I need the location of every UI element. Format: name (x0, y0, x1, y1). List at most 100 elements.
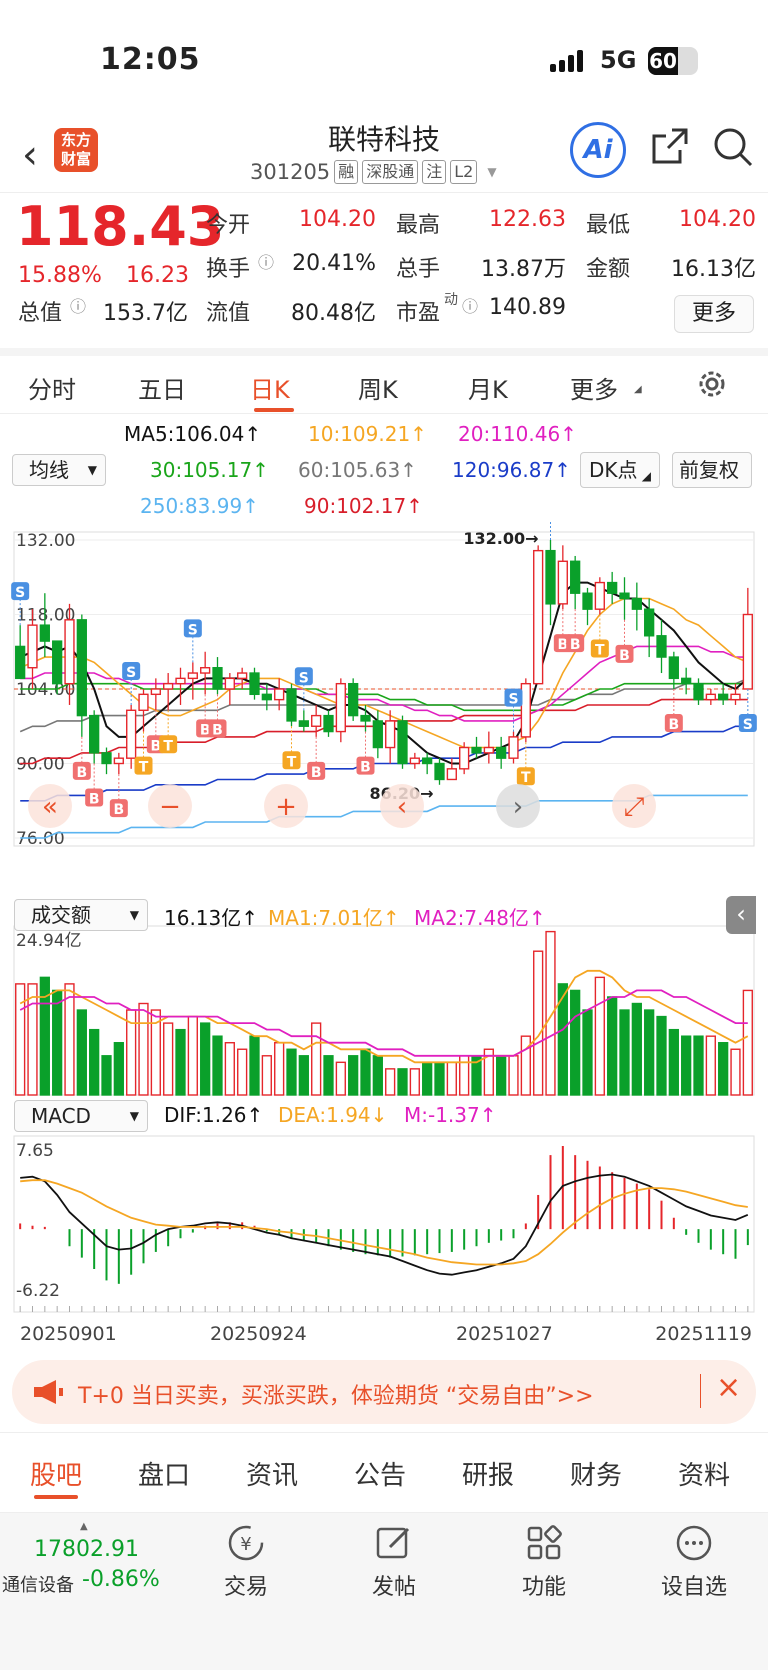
low-label: 最低 (586, 213, 631, 238)
signal-icon (550, 50, 583, 72)
candle-body (298, 720, 309, 727)
share-icon[interactable] (650, 126, 690, 166)
fullscreen-icon-glyph: ⤢ (624, 792, 645, 822)
turnover-label: 换手 (206, 257, 251, 282)
megaphone-icon (34, 1380, 63, 1404)
candle-body (483, 746, 494, 754)
candle-body (446, 768, 457, 781)
tab-intraday[interactable]: 分时 (28, 370, 76, 405)
volume-bar (693, 1035, 704, 1096)
macd-indicator-select[interactable]: MACD ▼ (14, 1100, 148, 1132)
tab-news[interactable]: 资讯 (246, 1455, 298, 1492)
candle-body (138, 693, 149, 711)
index-percent[interactable]: -0.86% (82, 1567, 160, 1592)
candle-body (27, 624, 38, 669)
turnover-value: 20.41% (292, 251, 376, 276)
volume-bar (385, 1068, 396, 1096)
series-ma30-line (20, 682, 748, 712)
volume-bar (64, 983, 75, 1096)
tab-pankou[interactable]: 盘口 (138, 1455, 190, 1492)
candle-body (335, 682, 346, 733)
candle-body (533, 549, 544, 685)
macd-tick-label: 7.65 (16, 1141, 54, 1161)
promo-banner[interactable]: T+0 当日买卖，买涨买跌，体验期货 “交易自由”>> × (12, 1360, 756, 1424)
volume-panel-frame (13, 925, 755, 1096)
tab-more[interactable]: 更多 (570, 370, 618, 405)
grid-icon (527, 1525, 562, 1560)
indicator-select[interactable]: 均线 ▼ (12, 454, 106, 486)
last-price: 118.43 (16, 195, 225, 258)
volume-bar (533, 950, 544, 1096)
search-icon[interactable] (712, 126, 754, 168)
tab-weekly-k[interactable]: 周K (358, 370, 398, 405)
volume-bar (607, 996, 618, 1096)
adjust-button[interactable]: 前复权 (672, 452, 752, 488)
stock-code-row[interactable]: 301205 融 深股通 注 L2 ▼ (250, 160, 497, 184)
signal-marker-label: S (15, 585, 25, 601)
volume-value: 13.87万 (481, 257, 566, 282)
tab-five-day[interactable]: 五日 (138, 370, 186, 405)
gear-icon[interactable] (696, 368, 728, 400)
watchlist-label: 设自选 (660, 1575, 727, 1600)
open-value: 104.20 (299, 207, 376, 232)
index-name[interactable]: 通信设备 (2, 1571, 74, 1597)
volume-bar (619, 1009, 630, 1096)
candle-body (261, 693, 272, 701)
post-button[interactable]: 发帖 (334, 1523, 454, 1601)
candle-body (459, 746, 470, 770)
volume-bar (237, 1048, 248, 1096)
volume-bar (594, 976, 605, 1096)
index-value[interactable]: 17802.91 (34, 1537, 139, 1562)
post-label: 发帖 (371, 1575, 416, 1600)
signal-marker-label: B (570, 637, 581, 653)
kline-chart[interactable]: 132.00118.00104.0090.0076.00SBBBSTB TSB BT… (0, 520, 768, 1350)
active-tab-indicator (254, 408, 294, 412)
tab-announcements[interactable]: 公告 (354, 1455, 406, 1492)
info-icon[interactable]: ⓘ (258, 249, 274, 273)
volume-bar (397, 1068, 408, 1096)
banner-divider (700, 1374, 701, 1408)
active-tab-indicator (34, 1495, 78, 1499)
quote-panel: 118.43 15.88% 16.23 今开 104.20 最高 122.63 … (0, 192, 768, 347)
volume-label: 总手 (396, 257, 441, 282)
legend-ma120: 120:96.87↑ (452, 458, 571, 482)
volume-bar (372, 1055, 383, 1096)
collapse-icon[interactable]: ‹ (726, 896, 756, 934)
candle-body (582, 592, 593, 610)
candle-body (39, 624, 50, 642)
legend-ma30: 30:105.17↑ (150, 458, 269, 482)
volume-bar (496, 1055, 507, 1096)
volume-bar (422, 1061, 433, 1096)
watchlist-button[interactable]: 设自选 (634, 1523, 754, 1601)
dk-point-button[interactable]: DK点 ◢ (580, 452, 660, 488)
candle-body (693, 682, 704, 701)
candle-body (224, 677, 235, 690)
candle-body (570, 560, 581, 594)
volume-ma1: MA1:7.01亿↑ (268, 906, 400, 930)
trade-button[interactable]: ¥ 交易 (186, 1523, 306, 1601)
tab-monthly-k[interactable]: 月K (468, 370, 508, 405)
info-icon[interactable]: ⓘ (70, 293, 86, 317)
volume-bar (718, 1042, 729, 1096)
volume-bar (570, 989, 581, 1096)
volume-bar (335, 1061, 346, 1096)
tab-profile[interactable]: 资料 (678, 1455, 730, 1492)
function-button[interactable]: 功能 (484, 1523, 604, 1601)
candle-body (249, 672, 260, 696)
volume-bar (274, 1042, 285, 1096)
signal-marker-label: B (89, 792, 100, 808)
close-icon[interactable]: × (716, 1370, 741, 1405)
tab-daily-k[interactable]: 日K (250, 370, 290, 405)
rewind-icon-glyph: « (42, 792, 58, 822)
tab-guba[interactable]: 股吧 (30, 1455, 82, 1492)
volume-bar (681, 1035, 692, 1096)
volume-indicator-select[interactable]: 成交额 ▼ (14, 899, 148, 931)
volume-bar (409, 1068, 420, 1096)
corner-arrow-icon: ◢ (634, 384, 642, 395)
x-axis-date-label: 20251027 (456, 1323, 553, 1345)
tab-finance[interactable]: 财务 (570, 1455, 622, 1492)
more-button[interactable]: 更多 (674, 295, 754, 333)
signal-marker-label: B (360, 760, 371, 776)
tab-research[interactable]: 研报 (462, 1455, 514, 1492)
ai-button[interactable]: Ai (570, 122, 626, 178)
